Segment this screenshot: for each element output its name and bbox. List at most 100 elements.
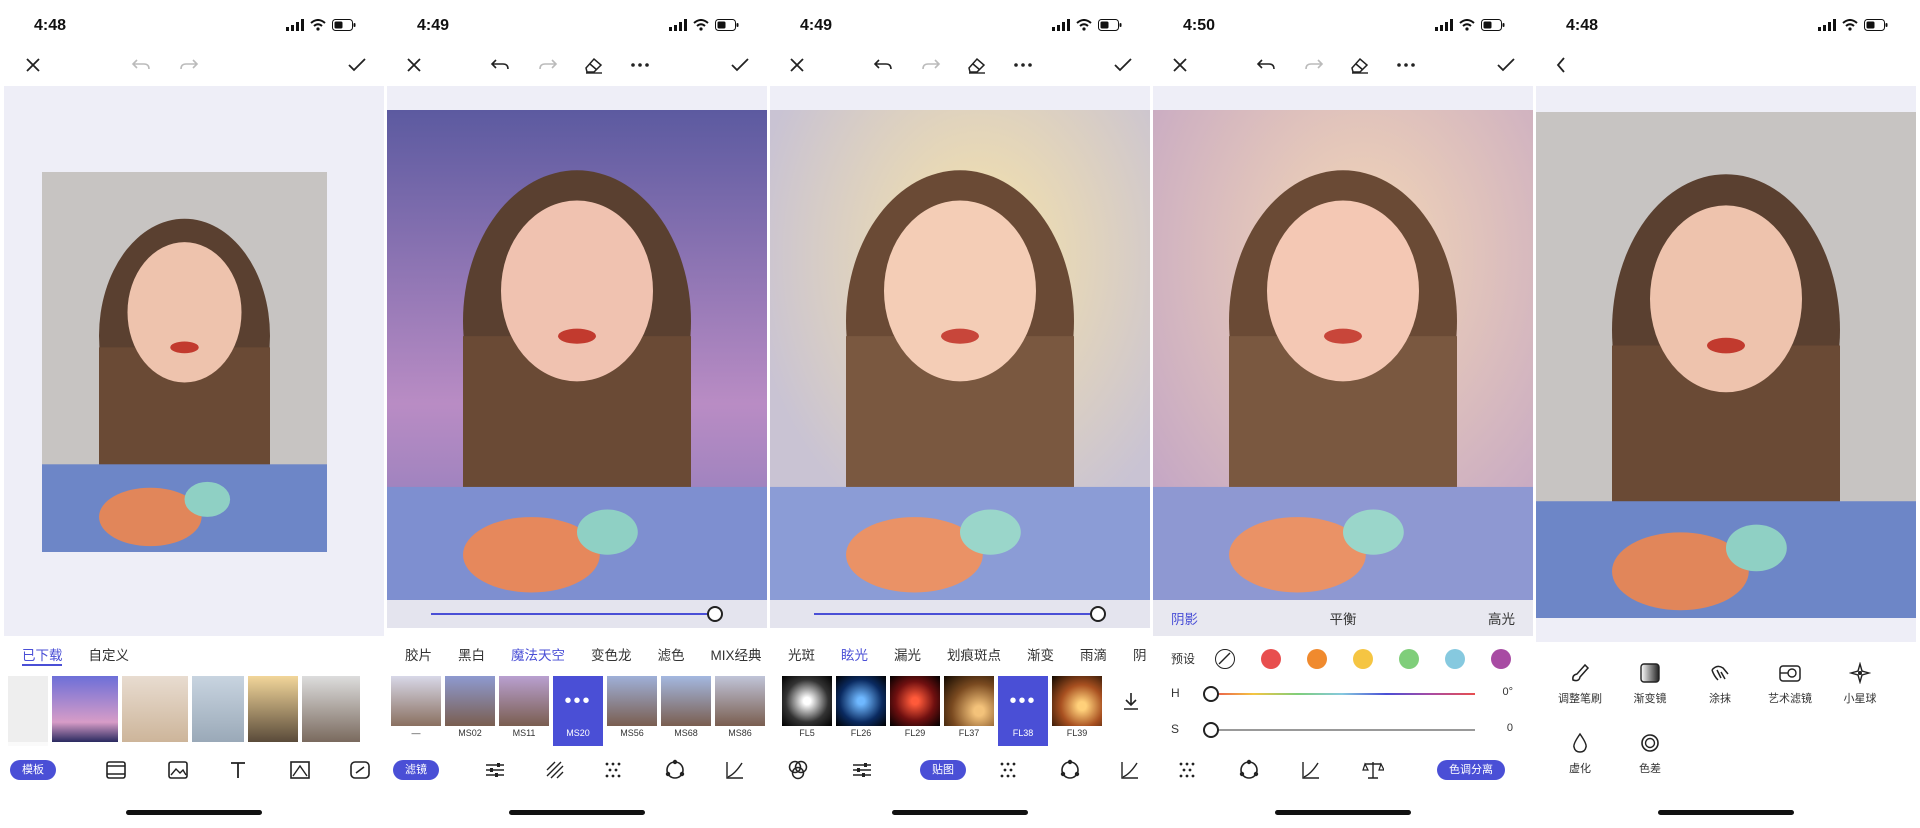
undo-icon[interactable] <box>1253 52 1279 78</box>
curve-icon[interactable] <box>1118 758 1142 782</box>
more-icon[interactable] <box>1393 52 1419 78</box>
tab-light-leak[interactable]: 漏光 <box>894 644 921 664</box>
close-icon[interactable] <box>1167 52 1193 78</box>
split-toning-mode-button[interactable]: 色调分离 <box>1437 760 1505 780</box>
grain-icon[interactable] <box>996 758 1020 782</box>
tab-downloaded[interactable]: 已下载 <box>22 644 63 664</box>
hsl-icon[interactable] <box>1237 758 1261 782</box>
tab-gradient[interactable]: 渐变 <box>1027 644 1054 664</box>
sticker-icon[interactable] <box>348 758 372 782</box>
image-icon[interactable] <box>166 758 190 782</box>
redo-icon[interactable] <box>918 52 944 78</box>
tab-raindrop[interactable]: 雨滴 <box>1080 644 1107 664</box>
filter-mode-button[interactable]: 滤镜 <box>393 760 439 780</box>
tab-shadows[interactable]: 阴影 <box>1171 608 1198 628</box>
back-chevron-icon[interactable] <box>1548 52 1574 78</box>
tab-highlights[interactable]: 高光 <box>1488 608 1515 628</box>
filter-thumb-selected[interactable]: ••• MS20 <box>553 676 603 746</box>
eraser-icon[interactable] <box>581 52 607 78</box>
preset-color-red[interactable] <box>1261 649 1281 669</box>
eraser-icon[interactable] <box>964 52 990 78</box>
slider-knob[interactable] <box>1090 606 1106 622</box>
grain-icon[interactable] <box>601 758 625 782</box>
filter-intensity-slider[interactable] <box>387 600 767 628</box>
confirm-check-icon[interactable] <box>344 52 370 78</box>
saturation-knob[interactable] <box>1203 722 1219 738</box>
close-icon[interactable] <box>401 52 427 78</box>
curve-icon[interactable] <box>723 758 747 782</box>
tab-shadow[interactable]: 阴 <box>1133 644 1147 664</box>
filter-thumb[interactable]: MS11 <box>499 676 549 746</box>
tool-art-filter[interactable]: 艺术滤镜 <box>1750 660 1830 706</box>
frame-icon[interactable] <box>288 758 312 782</box>
tool-adjust-brush[interactable]: 调整笔刷 <box>1540 660 1620 706</box>
sticker-thumb[interactable]: FL29 <box>890 676 940 746</box>
hue-knob[interactable] <box>1203 686 1219 702</box>
confirm-check-icon[interactable] <box>727 52 753 78</box>
more-icon[interactable] <box>627 52 653 78</box>
tab-chameleon[interactable]: 变色龙 <box>591 644 632 664</box>
close-icon[interactable] <box>784 52 810 78</box>
texture-icon[interactable] <box>543 758 567 782</box>
tab-scratch-dust[interactable]: 划痕斑点 <box>947 644 1001 664</box>
preset-color-purple[interactable] <box>1491 649 1511 669</box>
redo-icon[interactable] <box>1301 52 1327 78</box>
sticker-thumb[interactable]: FL39 <box>1052 676 1102 746</box>
hsl-icon[interactable] <box>663 758 687 782</box>
preset-color-blue[interactable] <box>1445 649 1465 669</box>
tool-smudge[interactable]: 涂抹 <box>1680 660 1760 706</box>
balance-scale-icon[interactable] <box>1361 758 1385 782</box>
filter-thumb[interactable]: MS56 <box>607 676 657 746</box>
eraser-icon[interactable] <box>1347 52 1373 78</box>
tab-magic-sky[interactable]: 魔法天空 <box>511 644 565 664</box>
close-icon[interactable] <box>20 52 46 78</box>
confirm-check-icon[interactable] <box>1493 52 1519 78</box>
sticker-intensity-slider[interactable] <box>770 600 1150 628</box>
undo-icon[interactable] <box>870 52 896 78</box>
template-thumb[interactable] <box>302 676 360 746</box>
filter-thumb[interactable]: MS68 <box>661 676 711 746</box>
adjust-sliders-icon[interactable] <box>483 758 507 782</box>
adjust-sliders-icon[interactable] <box>850 758 874 782</box>
preset-color-yellow[interactable] <box>1353 649 1373 669</box>
tool-blur[interactable]: 虚化 <box>1540 730 1620 776</box>
text-icon[interactable] <box>226 758 250 782</box>
confirm-check-icon[interactable] <box>1110 52 1136 78</box>
tab-balance[interactable]: 平衡 <box>1330 608 1357 628</box>
template-thumb[interactable] <box>52 676 118 746</box>
undo-icon[interactable] <box>128 52 154 78</box>
preset-color-green[interactable] <box>1399 649 1419 669</box>
grain-icon[interactable] <box>1175 758 1199 782</box>
template-thumb[interactable] <box>192 676 244 746</box>
no-color-icon[interactable] <box>1215 649 1235 669</box>
tab-custom[interactable]: 自定义 <box>89 644 130 664</box>
sticker-thumb-selected[interactable]: ••• FL38 <box>998 676 1048 746</box>
filter-thumb[interactable]: — <box>391 676 441 746</box>
curve-icon[interactable] <box>1299 758 1323 782</box>
tab-screen[interactable]: 滤色 <box>658 644 685 664</box>
tab-mix-classic[interactable]: MIX经典 <box>711 644 762 664</box>
sticker-thumb[interactable]: FL26 <box>836 676 886 746</box>
redo-icon[interactable] <box>535 52 561 78</box>
filter-thumb[interactable]: MS02 <box>445 676 495 746</box>
tab-light-spot[interactable]: 光斑 <box>788 644 815 664</box>
redo-icon[interactable] <box>176 52 202 78</box>
sticker-mode-button[interactable]: 贴图 <box>920 760 966 780</box>
hsl-icon[interactable] <box>1058 758 1082 782</box>
template-thumb[interactable] <box>248 676 298 746</box>
undo-icon[interactable] <box>487 52 513 78</box>
tab-glare[interactable]: 眩光 <box>841 644 868 664</box>
blend-icon[interactable] <box>786 758 810 782</box>
more-icon[interactable] <box>1010 52 1036 78</box>
template-mode-button[interactable]: 模板 <box>10 760 56 780</box>
slider-knob[interactable] <box>707 606 723 622</box>
sticker-thumb[interactable]: FL5 <box>782 676 832 746</box>
tool-tiny-planet[interactable]: 小星球 <box>1820 660 1900 706</box>
filter-thumb[interactable]: MS86 <box>715 676 765 746</box>
film-icon[interactable] <box>104 758 128 782</box>
preset-color-orange[interactable] <box>1307 649 1327 669</box>
template-thumb[interactable] <box>122 676 188 746</box>
tool-gradient-filter[interactable]: 渐变镜 <box>1610 660 1690 706</box>
tab-film[interactable]: 胶片 <box>405 644 432 664</box>
sticker-thumb[interactable]: FL37 <box>944 676 994 746</box>
